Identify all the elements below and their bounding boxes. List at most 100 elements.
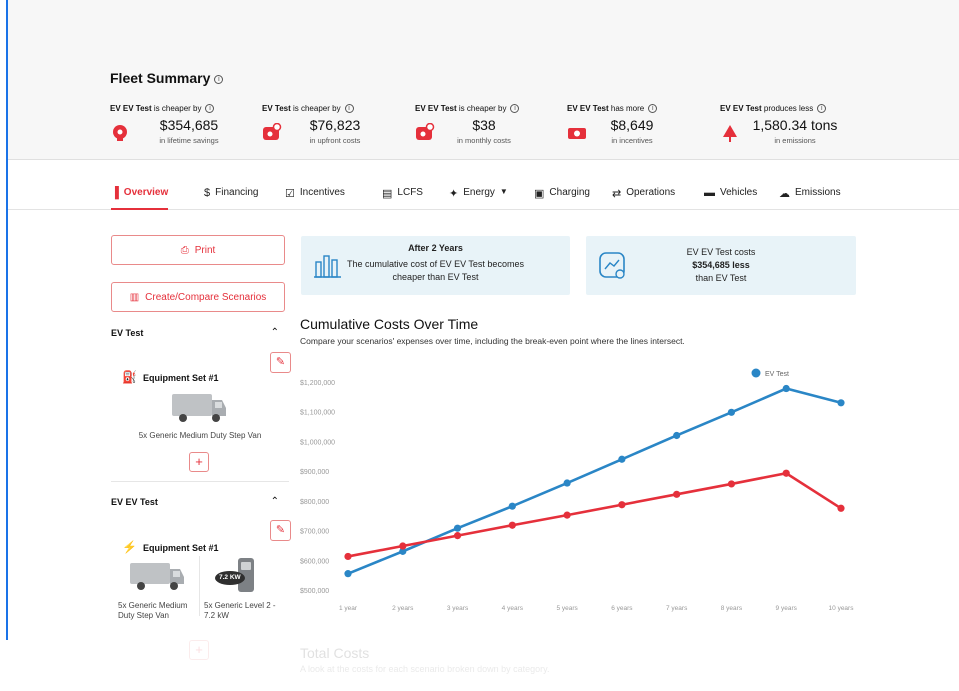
total-costs-subtitle: A look at the costs for each scenario br…: [300, 664, 550, 674]
data-point-0: [508, 502, 516, 510]
tab-emissions[interactable]: ☁ Emissions: [779, 176, 841, 210]
divider: [111, 481, 289, 482]
cloud-icon: ☁: [779, 188, 790, 200]
stat-subject: EV EV Test: [567, 104, 609, 113]
create-compare-button[interactable]: ▥ Create/Compare Scenarios: [111, 282, 285, 312]
x-tick-label: 7 years: [666, 605, 688, 612]
savings-text: EV EV Test costs: [686, 247, 756, 257]
pencil-icon: ✎: [275, 524, 286, 536]
fleet-summary-title: Fleet Summary i: [110, 70, 224, 86]
info-icon[interactable]: i: [510, 104, 520, 114]
print-button[interactable]: ⎙ Print: [111, 235, 285, 265]
scenario-name: EV Test: [111, 328, 144, 338]
stat-subject: EV EV Test: [720, 104, 762, 113]
stat-phrase: is cheaper by: [292, 104, 341, 113]
swap-icon: ⇄: [612, 188, 622, 200]
equipment-set-label: Equipment Set #1: [142, 373, 219, 383]
x-tick-label: 3 years: [447, 605, 469, 612]
edit-scenario-button[interactable]: ✎: [270, 520, 291, 541]
data-point-1: [727, 480, 736, 488]
tab-label: Vehicles: [720, 187, 758, 198]
data-point-0: [673, 431, 681, 440]
legend-label: EV Test: [765, 371, 789, 378]
pencil-icon: ✎: [275, 356, 286, 368]
add-equipment-button[interactable]: +: [189, 452, 209, 472]
scenario-header-ev-ev-test[interactable]: EV EV Test ⌃: [111, 496, 285, 507]
info-icon[interactable]: i: [214, 74, 224, 84]
y-tick-label: $500,000: [300, 588, 329, 595]
scenario-header-ev-test[interactable]: EV Test ⌃: [111, 327, 285, 338]
x-tick-label: 6 years: [611, 605, 633, 612]
data-point-0: [837, 399, 845, 407]
divider: [199, 556, 200, 616]
stat-header: EV EV Test produces less i: [720, 104, 870, 114]
tab-incentives[interactable]: ☑ Incentives: [285, 176, 345, 210]
tab-label: Incentives: [299, 187, 345, 198]
checklist-icon: ☑: [285, 188, 295, 200]
add-equipment-button[interactable]: +: [189, 640, 209, 660]
stat-header: EV Test is cheaper by i: [262, 104, 412, 114]
x-tick-label: 5 years: [556, 605, 578, 612]
tab-financing[interactable]: $ Financing: [204, 176, 258, 210]
info-icon[interactable]: i: [648, 104, 658, 114]
data-point-1: [782, 469, 790, 477]
stat-phrase: produces less: [763, 104, 814, 113]
info-icon[interactable]: i: [817, 104, 827, 114]
y-tick-label: $1,200,000: [300, 380, 335, 387]
data-point-1: [453, 532, 462, 540]
layout-icon: ▥: [129, 291, 140, 303]
breakeven-title: After 2 Years: [408, 243, 463, 253]
chart-title: Cumulative Costs Over Time: [300, 316, 479, 332]
info-icon[interactable]: i: [344, 104, 354, 114]
stat-caption: in emissions: [774, 136, 816, 146]
stat-phrase: is cheaper by: [153, 104, 202, 113]
tab-label: Operations: [626, 187, 676, 198]
data-point-0: [453, 524, 462, 532]
chart-subtitle: Compare your scenarios' expenses over ti…: [300, 336, 685, 346]
plus-icon: +: [195, 454, 203, 469]
edit-scenario-button[interactable]: ✎: [270, 352, 291, 373]
tab-label: Financing: [215, 187, 259, 198]
y-tick-label: $600,000: [300, 558, 329, 565]
stat-subject: EV EV Test: [415, 104, 457, 113]
stat-caption: in monthly costs: [457, 136, 511, 146]
data-point-1: [837, 504, 845, 512]
breakeven-card: After 2 Years The cumulative cost of EV …: [301, 236, 570, 295]
equipment-set-label: Equipment Set #1: [142, 543, 219, 553]
fleet-summary-label: Fleet Summary: [110, 70, 211, 86]
data-point-1: [344, 552, 352, 561]
tab-operations[interactable]: ⇄ Operations: [612, 176, 675, 210]
tab-energy[interactable]: ✦ Energy ▼: [449, 176, 508, 210]
chevron-up-icon[interactable]: ⌃: [271, 496, 279, 507]
tab-charging[interactable]: ▣ Charging: [534, 176, 590, 210]
stat-header: EV EV Test is cheaper by i: [110, 104, 260, 114]
vehicle-caption: 5x Generic Medium Duty Step Van: [138, 431, 262, 440]
savings-text: than EV Test: [695, 273, 747, 283]
lightning-icon: ⚡: [122, 540, 137, 554]
tab-label: Energy: [463, 187, 495, 198]
breakeven-text: cheaper than EV Test: [392, 272, 479, 282]
tab-bar: ▐ Overview $ Financing ☑ Incentives ▤ LCFS ✦…: [8, 176, 959, 210]
series-line-0: [347, 387, 842, 575]
data-point-0: [344, 570, 352, 578]
x-tick-label: 9 years: [776, 605, 798, 612]
chevron-up-icon[interactable]: ⌃: [271, 327, 279, 338]
data-point-1: [508, 521, 516, 529]
tab-lcfs[interactable]: ▤ LCFS: [382, 176, 423, 210]
energy-icon: ✦: [449, 188, 459, 200]
x-tick-label: 8 years: [721, 605, 743, 612]
info-icon[interactable]: i: [205, 104, 215, 114]
data-point-1: [399, 542, 407, 550]
stat-value: $354,685: [159, 117, 219, 134]
tab-label: LCFS: [397, 187, 423, 198]
y-tick-label: $900,000: [300, 469, 329, 476]
tab-vehicles[interactable]: ▬ Vehicles: [704, 176, 757, 210]
plus-icon: +: [195, 642, 203, 657]
tab-overview[interactable]: ▐ Overview: [111, 176, 169, 210]
y-tick-label: $700,000: [300, 529, 329, 536]
legend-marker: [751, 368, 761, 378]
car-icon: ▬: [704, 187, 715, 199]
equipment-set-title: ⛽ Equipment Set #1: [122, 370, 218, 384]
breakeven-text: The cumulative cost of EV EV Test become…: [347, 259, 524, 269]
stat-value: 1,580.34 tons: [752, 117, 838, 134]
